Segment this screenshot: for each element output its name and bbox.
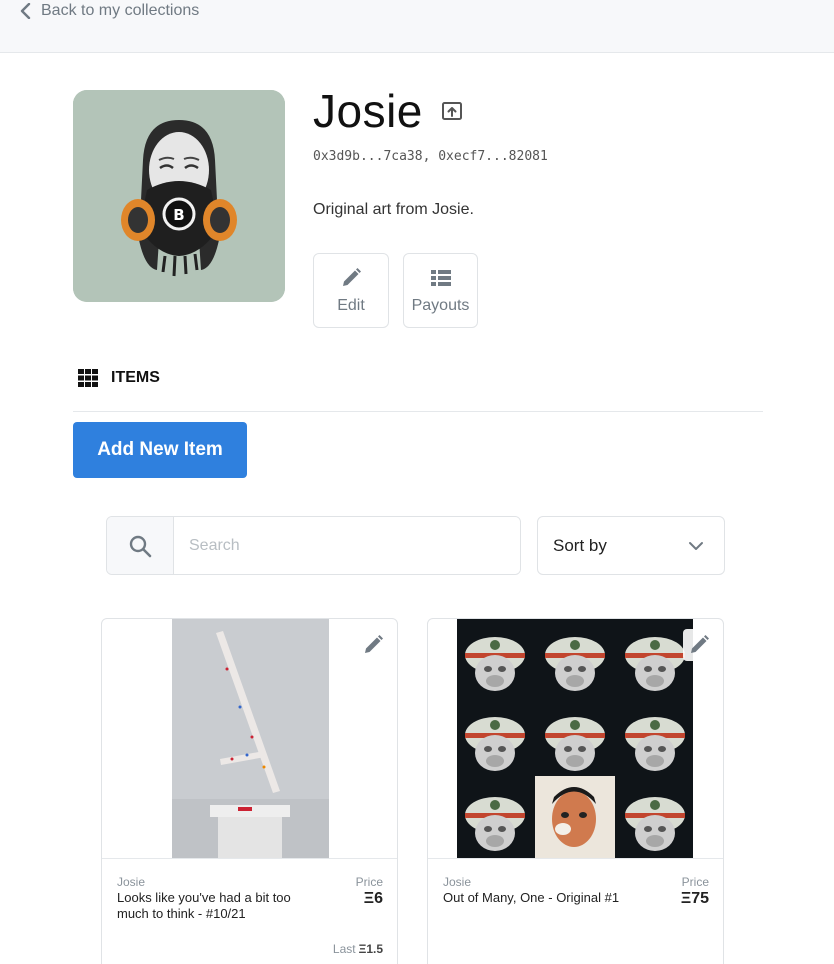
item-name: Looks like you've had a bit too much to … (117, 890, 291, 921)
last-price-label: Last (332, 942, 356, 956)
add-new-item-button[interactable]: Add New Item (73, 422, 247, 478)
card-info: Josie Out of Many, One - Original #1 Pri… (428, 858, 723, 964)
items-section-header: ITEMS (78, 369, 160, 387)
sort-by-dropdown[interactable]: Sort by (537, 516, 725, 575)
grid-icon (78, 369, 98, 387)
edit-button-label: Edit (337, 296, 365, 314)
chevron-left-icon (20, 3, 31, 19)
price-value: Ξ6 (363, 890, 383, 907)
last-price: Last Ξ1.5 (333, 942, 383, 956)
item-card[interactable]: Josie Out of Many, One - Original #1 Pri… (427, 618, 724, 964)
list-icon (430, 269, 451, 286)
collection-avatar: B (73, 90, 285, 302)
card-edit-button[interactable] (683, 629, 715, 661)
search-bar (106, 516, 521, 575)
page-title: Josie (313, 85, 423, 137)
sort-by-label: Sort by (553, 535, 607, 555)
collection-title-row: Josie (313, 84, 463, 138)
item-name: Out of Many, One - Original #1 (443, 890, 620, 905)
item-creator: Josie (443, 875, 472, 889)
payouts-button[interactable]: Payouts (403, 253, 478, 328)
svg-text:B: B (173, 206, 184, 224)
chevron-down-icon (689, 541, 703, 550)
item-image (172, 619, 329, 858)
card-edit-button[interactable] (357, 629, 389, 661)
back-to-collections-link[interactable]: Back to my collections (20, 0, 199, 22)
card-info: Josie Looks like you've had a bit too mu… (102, 858, 397, 964)
item-creator: Josie (117, 875, 146, 889)
items-heading: ITEMS (111, 369, 160, 386)
pencil-icon (365, 635, 383, 653)
price-label: Price (355, 875, 383, 889)
item-card[interactable]: Josie Looks like you've had a bit too mu… (101, 618, 398, 964)
price-label: Price (681, 875, 709, 889)
pencil-icon (343, 267, 361, 286)
item-image (457, 619, 693, 858)
last-price-value: Ξ1.5 (358, 942, 383, 956)
search-icon (129, 535, 152, 557)
edit-button[interactable]: Edit (313, 253, 389, 328)
contract-addresses: 0x3d9b...7ca38, 0xecf7...82081 (313, 149, 548, 164)
payouts-button-label: Payouts (411, 296, 470, 314)
collection-description: Original art from Josie. (313, 201, 474, 218)
price-value: Ξ75 (680, 890, 709, 907)
open-link-icon[interactable] (441, 100, 463, 122)
search-input[interactable] (174, 517, 520, 574)
section-divider (73, 411, 763, 412)
back-link-label: Back to my collections (41, 2, 200, 19)
search-icon-container (107, 517, 174, 574)
top-bar: Back to my collections (0, 0, 834, 53)
pencil-icon (691, 635, 709, 653)
